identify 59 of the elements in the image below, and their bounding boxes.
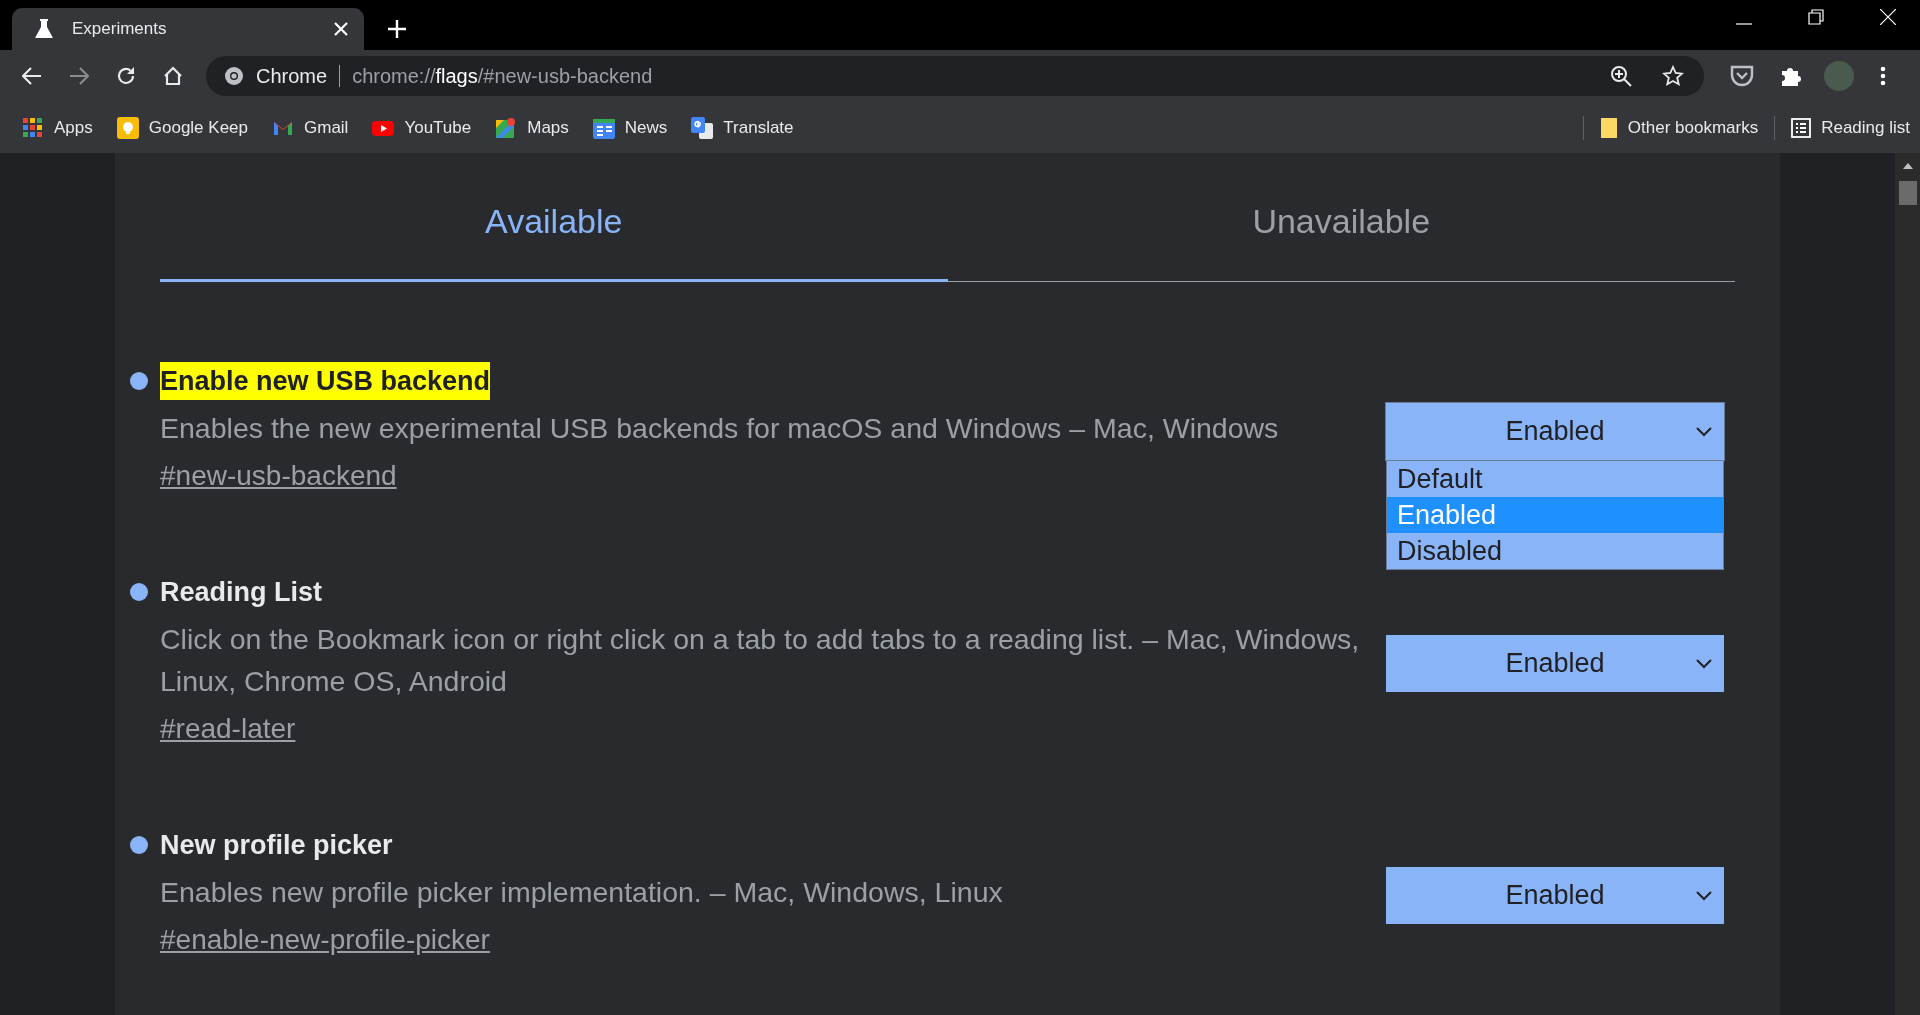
flask-icon: [34, 18, 54, 40]
bookmark[interactable]: YouTube: [372, 116, 472, 139]
bullet-icon: [130, 372, 148, 390]
bookmark[interactable]: Translate: [691, 116, 794, 139]
puzzle-icon[interactable]: [1780, 65, 1802, 87]
dropdown-option[interactable]: Disabled: [1387, 532, 1723, 569]
dropdown-option[interactable]: Default: [1387, 460, 1723, 497]
experiment-description: Enables new profile picker implementation. – Mac, Windows, Linux: [160, 875, 1004, 910]
experiment-description: Enables the new experimental USB backends for macOS and Windows – Mac, Windows: [160, 411, 1280, 446]
experiment-link[interactable]: #enable-new-profile-picker: [160, 924, 490, 955]
newspaper-icon: [592, 116, 615, 139]
bookmark[interactable]: Google Keep: [116, 116, 248, 139]
scrollbar-thumb[interactable]: [1898, 181, 1917, 205]
bookmark[interactable]: News: [592, 116, 668, 139]
experiment-description: Click on the Bookmark icon or right click on a tab to add tabs to a reading list. – Mac, Windows, Linux, Chrome OS, Android: [160, 622, 1361, 699]
site-label: Chrome: [256, 64, 328, 88]
chevron-icon: [1696, 890, 1712, 901]
experiment-title: New profile picker: [160, 829, 393, 862]
experiment-link[interactable]: #new-usb-backend: [160, 460, 397, 491]
apps-grid-icon: [22, 116, 44, 139]
scroll-up-icon[interactable]: [1902, 163, 1913, 169]
experiment-title: Enable new USB backend: [160, 362, 491, 400]
lightbulb-icon: [116, 116, 139, 139]
reload-icon[interactable]: [116, 66, 136, 86]
close-window-icon[interactable]: [1880, 9, 1896, 25]
folder-icon: [1599, 116, 1618, 139]
chevron-icon: [1696, 658, 1712, 669]
close-tab-icon[interactable]: [334, 22, 348, 36]
star-icon[interactable]: [1662, 65, 1684, 87]
zoom-icon[interactable]: [1610, 65, 1632, 87]
tab-title: Experiments: [72, 19, 168, 39]
translate-icon: [691, 116, 714, 139]
url-text: chrome://flags/#new-usb-backend: [352, 64, 653, 88]
experiment-link[interactable]: #read-later: [160, 713, 296, 744]
new-tab-icon[interactable]: [388, 20, 406, 38]
dropdown[interactable]: Enabled: [1386, 634, 1724, 692]
back-icon[interactable]: [22, 67, 42, 85]
browser-tab[interactable]: Experiments: [12, 8, 364, 50]
reading-list-button[interactable]: Reading list: [1791, 117, 1910, 138]
bullet-icon: [130, 836, 148, 854]
tab[interactable]: Unavailable: [947, 202, 1735, 282]
experiment-title: Reading List: [160, 576, 322, 609]
list-icon: [1791, 117, 1812, 138]
bookmark[interactable]: Apps: [22, 116, 93, 139]
bookmark[interactable]: Gmail: [272, 116, 349, 139]
restore-icon[interactable]: [1808, 9, 1824, 25]
bullet-icon: [130, 583, 148, 601]
address-bar[interactable]: Chrome chrome://flags/#new-usb-backend: [206, 56, 1704, 96]
home-icon[interactable]: [163, 66, 183, 86]
menu-icon[interactable]: [1880, 66, 1886, 86]
map-icon: [495, 116, 518, 139]
dropdown[interactable]: Enabled: [1386, 402, 1724, 460]
chevron-icon: [1696, 426, 1712, 437]
tab[interactable]: Available: [160, 202, 948, 282]
other-bookmarks[interactable]: Other bookmarks: [1599, 116, 1759, 139]
bookmark[interactable]: Maps: [495, 116, 569, 139]
pocket-icon[interactable]: [1730, 65, 1754, 87]
scrollbar[interactable]: [1895, 153, 1920, 1015]
dropdown[interactable]: Enabled: [1386, 866, 1724, 924]
